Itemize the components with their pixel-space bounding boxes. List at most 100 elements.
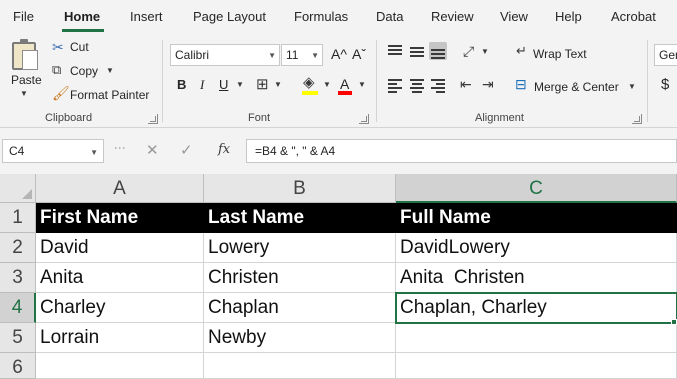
row-header-6[interactable]: 6	[0, 353, 36, 379]
align-middle-icon[interactable]	[408, 42, 426, 60]
column-header-a[interactable]: A	[36, 174, 204, 203]
menu-insert[interactable]: Insert	[130, 9, 163, 24]
cell-c2[interactable]: DavidLowery	[396, 233, 677, 263]
cell-c3[interactable]: Anita Christen	[396, 263, 677, 293]
scissors-icon[interactable]: ✂	[52, 40, 64, 54]
menu-page-layout[interactable]: Page Layout	[193, 9, 266, 24]
paste-dropdown-icon[interactable]: ▼	[20, 90, 28, 98]
menu-home[interactable]: Home	[64, 9, 100, 24]
cell-a6[interactable]	[36, 353, 204, 379]
group-divider	[162, 40, 163, 122]
menu-acrobat[interactable]: Acrobat	[611, 9, 656, 24]
menu-help[interactable]: Help	[555, 9, 582, 24]
align-top-icon[interactable]	[386, 42, 404, 60]
cut-button[interactable]: Cut	[70, 40, 89, 54]
column-header-b[interactable]: B	[204, 174, 396, 203]
fill-dropdown-icon[interactable]: ▼	[323, 81, 331, 89]
merge-center-button[interactable]: Merge & Center	[534, 80, 619, 94]
align-bottom-icon[interactable]	[429, 42, 447, 60]
menu-view[interactable]: View	[500, 9, 528, 24]
format-painter-button[interactable]: Format Painter	[70, 88, 149, 102]
increase-font-size-button[interactable]: A^	[331, 46, 347, 62]
enter-check-icon[interactable]: ✓	[180, 141, 193, 159]
formula-text: =B4 & ", " & A4	[255, 144, 336, 158]
chevron-down-icon: ▼	[90, 148, 98, 157]
increase-indent-icon[interactable]: ⇥	[482, 77, 494, 91]
align-left-icon[interactable]	[386, 76, 404, 94]
select-all-button[interactable]	[0, 174, 36, 203]
font-size-select[interactable]: 11 ▼	[281, 44, 323, 66]
paste-button[interactable]: Paste	[11, 73, 42, 87]
menu-review[interactable]: Review	[431, 9, 474, 24]
fill-color-icon[interactable]: ◈	[303, 75, 315, 90]
paste-icon[interactable]	[12, 39, 38, 70]
group-divider	[647, 40, 648, 122]
cell-a4[interactable]: Charley	[36, 293, 204, 323]
copy-button[interactable]: Copy	[70, 64, 98, 78]
formula-bar: C4 ▼ ⋮ ✕ ✓ fx =B4 & ", " & A4	[0, 128, 677, 174]
cell-c4[interactable]: Chaplan, Charley	[395, 292, 677, 324]
merge-center-icon[interactable]: ⊟	[515, 77, 527, 91]
menu-formulas[interactable]: Formulas	[294, 9, 348, 24]
column-header-c[interactable]: C	[396, 174, 677, 203]
cell-c5[interactable]	[396, 323, 677, 353]
group-divider	[376, 40, 377, 122]
italic-button[interactable]: I	[200, 77, 204, 93]
cell-c6[interactable]	[396, 353, 677, 379]
align-center-icon[interactable]	[408, 76, 426, 94]
underline-dropdown-icon[interactable]: ▼	[236, 81, 244, 89]
wrap-text-button[interactable]: Wrap Text	[533, 47, 587, 61]
cell-b5[interactable]: Newby	[204, 323, 396, 353]
formula-bar-grip-icon[interactable]: ⋮	[113, 142, 127, 153]
cell-a1[interactable]: First Name	[36, 203, 204, 233]
menu-bar: File Home Insert Page Layout Formulas Da…	[0, 0, 677, 34]
borders-dropdown-icon[interactable]: ▼	[274, 81, 282, 89]
cell-a5[interactable]: Lorrain	[36, 323, 204, 353]
formula-input[interactable]: =B4 & ", " & A4	[246, 139, 677, 163]
cell-a3[interactable]: Anita	[36, 263, 204, 293]
cell-c1[interactable]: Full Name	[396, 203, 677, 233]
ribbon: Paste ▼ ✂ Cut ⧉ Copy ▼ 🖌 Format Painter …	[0, 34, 677, 128]
orientation-dropdown-icon[interactable]: ▼	[481, 48, 489, 56]
bold-button[interactable]: B	[177, 77, 186, 92]
cancel-icon[interactable]: ✕	[146, 141, 159, 159]
align-right-icon[interactable]	[429, 76, 447, 94]
cell-b2[interactable]: Lowery	[204, 233, 396, 263]
alignment-dialog-launcher-icon[interactable]	[632, 114, 642, 124]
row-header-4[interactable]: 4	[0, 293, 36, 323]
font-color-button[interactable]: A	[340, 76, 349, 92]
cell-b4[interactable]: Chaplan	[204, 293, 396, 323]
wrap-text-icon[interactable]: ↵	[516, 44, 527, 57]
clipboard-dialog-launcher-icon[interactable]	[148, 114, 158, 124]
active-tab-indicator	[62, 29, 104, 32]
copy-icon[interactable]: ⧉	[52, 63, 61, 76]
insert-function-button[interactable]: fx	[218, 142, 230, 157]
menu-data[interactable]: Data	[376, 9, 403, 24]
number-format-select[interactable]: Gen	[654, 44, 677, 66]
cell-b6[interactable]	[204, 353, 396, 379]
name-box[interactable]: C4 ▼	[2, 139, 104, 163]
row-header-2[interactable]: 2	[0, 233, 36, 263]
cell-b1[interactable]: Last Name	[204, 203, 396, 233]
cell-b3[interactable]: Christen	[204, 263, 396, 293]
decrease-indent-icon[interactable]: ⇤	[460, 77, 472, 91]
cell-a2[interactable]: David	[36, 233, 204, 263]
font-dialog-launcher-icon[interactable]	[359, 114, 369, 124]
underline-button[interactable]: U	[219, 77, 228, 92]
chevron-down-icon: ▼	[268, 51, 276, 60]
copy-dropdown-icon[interactable]: ▼	[106, 67, 114, 75]
row-header-5[interactable]: 5	[0, 323, 36, 353]
orientation-icon[interactable]: ⤢	[463, 44, 474, 58]
format-painter-icon[interactable]: 🖌	[52, 86, 70, 100]
decrease-font-size-button[interactable]: Aˇ	[352, 46, 366, 62]
currency-button[interactable]: $	[661, 76, 669, 93]
row-header-1[interactable]: 1	[0, 203, 36, 233]
font-name-select[interactable]: Calibri ▼	[170, 44, 280, 66]
borders-icon[interactable]: ⊞	[256, 77, 269, 92]
font-color-dropdown-icon[interactable]: ▼	[358, 81, 366, 89]
fill-handle[interactable]	[671, 319, 677, 325]
worksheet-grid: A B C 1 First Name Last Name Full Name 2…	[0, 174, 677, 379]
row-header-3[interactable]: 3	[0, 263, 36, 293]
menu-file[interactable]: File	[13, 9, 34, 24]
merge-dropdown-icon[interactable]: ▼	[628, 83, 636, 91]
